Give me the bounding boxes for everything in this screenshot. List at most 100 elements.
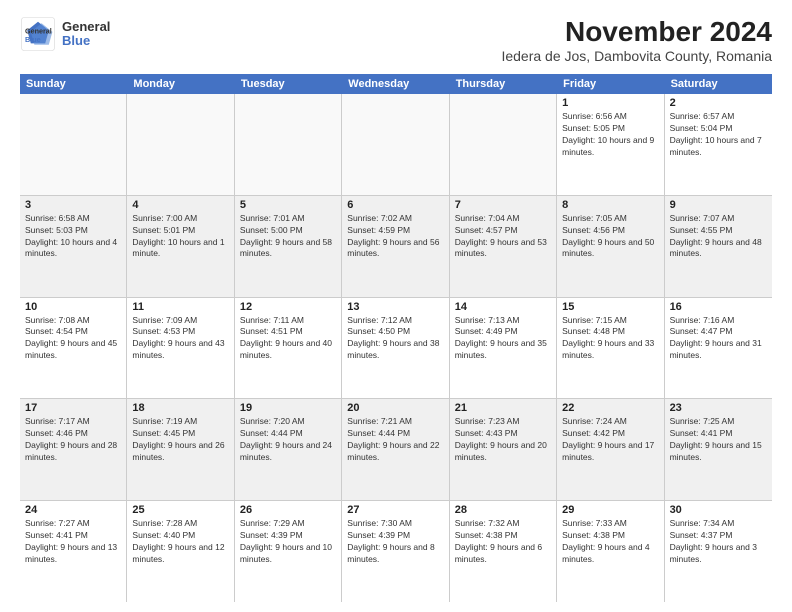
day-number: 14 — [455, 301, 551, 313]
day-number: 30 — [670, 504, 767, 516]
calendar-cell: 1 Sunrise: 6:56 AM Sunset: 5:05 PM Daylig… — [557, 94, 664, 195]
day-info: Sunrise: 7:00 AM Sunset: 5:01 PM Dayligh… — [132, 213, 228, 261]
calendar-cell: 10 Sunrise: 7:08 AM Sunset: 4:54 PM Dayli… — [20, 298, 127, 399]
day-info: Sunrise: 7:13 AM Sunset: 4:49 PM Dayligh… — [455, 315, 551, 363]
calendar-cell: 21 Sunrise: 7:23 AM Sunset: 4:43 PM Dayli… — [450, 399, 557, 500]
calendar-cell — [235, 94, 342, 195]
day-number: 23 — [670, 402, 767, 414]
calendar-cell: 5 Sunrise: 7:01 AM Sunset: 5:00 PM Daylig… — [235, 196, 342, 297]
day-info: Sunrise: 7:19 AM Sunset: 4:45 PM Dayligh… — [132, 416, 228, 464]
calendar-cell: 22 Sunrise: 7:24 AM Sunset: 4:42 PM Dayli… — [557, 399, 664, 500]
calendar-cell: 18 Sunrise: 7:19 AM Sunset: 4:45 PM Dayli… — [127, 399, 234, 500]
day-info: Sunrise: 7:11 AM Sunset: 4:51 PM Dayligh… — [240, 315, 336, 363]
day-info: Sunrise: 7:24 AM Sunset: 4:42 PM Dayligh… — [562, 416, 658, 464]
day-info: Sunrise: 7:25 AM Sunset: 4:41 PM Dayligh… — [670, 416, 767, 464]
day-number: 20 — [347, 402, 443, 414]
weekday-header-monday: Monday — [127, 74, 234, 94]
day-number: 19 — [240, 402, 336, 414]
day-number: 16 — [670, 301, 767, 313]
day-info: Sunrise: 6:56 AM Sunset: 5:05 PM Dayligh… — [562, 111, 658, 159]
calendar-cell: 11 Sunrise: 7:09 AM Sunset: 4:53 PM Dayli… — [127, 298, 234, 399]
day-number: 13 — [347, 301, 443, 313]
calendar-cell: 4 Sunrise: 7:00 AM Sunset: 5:01 PM Daylig… — [127, 196, 234, 297]
logo-text: General Blue — [62, 20, 110, 49]
day-info: Sunrise: 7:33 AM Sunset: 4:38 PM Dayligh… — [562, 518, 658, 566]
calendar-cell: 8Sunrise: 7:05 AM Sunset: 4:56 PM Daylig… — [557, 196, 664, 297]
day-number: 3 — [25, 199, 121, 211]
calendar-cell: 2 Sunrise: 6:57 AM Sunset: 5:04 PM Daylig… — [665, 94, 772, 195]
day-info: Sunrise: 7:20 AM Sunset: 4:44 PM Dayligh… — [240, 416, 336, 464]
weekday-header-tuesday: Tuesday — [235, 74, 342, 94]
calendar-cell: 3 Sunrise: 6:58 AM Sunset: 5:03 PM Daylig… — [20, 196, 127, 297]
day-info: Sunrise: 7:05 AM Sunset: 4:56 PM Dayligh… — [562, 213, 658, 261]
calendar-cell: 9Sunrise: 7:07 AM Sunset: 4:55 PM Daylig… — [665, 196, 772, 297]
calendar-header: SundayMondayTuesdayWednesdayThursdayFrid… — [20, 74, 772, 94]
day-number: 22 — [562, 402, 658, 414]
day-number: 6 — [347, 199, 443, 211]
logo: General Blue General Blue — [20, 16, 110, 52]
day-number: 10 — [25, 301, 121, 313]
calendar-cell: 19 Sunrise: 7:20 AM Sunset: 4:44 PM Dayli… — [235, 399, 342, 500]
title-section: November 2024 Iedera de Jos, Dambovita C… — [501, 16, 772, 64]
day-number: 26 — [240, 504, 336, 516]
day-number: 21 — [455, 402, 551, 414]
day-info: Sunrise: 7:21 AM Sunset: 4:44 PM Dayligh… — [347, 416, 443, 464]
calendar-cell: 17Sunrise: 7:17 AM Sunset: 4:46 PM Dayli… — [20, 399, 127, 500]
day-number: 28 — [455, 504, 551, 516]
day-info: Sunrise: 7:27 AM Sunset: 4:41 PM Dayligh… — [25, 518, 121, 566]
day-number: 24 — [25, 504, 121, 516]
day-info: Sunrise: 7:17 AM Sunset: 4:46 PM Dayligh… — [25, 416, 121, 464]
header: General Blue General Blue November 2024 … — [20, 16, 772, 64]
day-number: 4 — [132, 199, 228, 211]
page: General Blue General Blue November 2024 … — [0, 0, 792, 612]
calendar-row-2: 10 Sunrise: 7:08 AM Sunset: 4:54 PM Dayli… — [20, 298, 772, 400]
calendar-cell: 6 Sunrise: 7:02 AM Sunset: 4:59 PM Daylig… — [342, 196, 449, 297]
day-number: 1 — [562, 97, 658, 109]
calendar-cell: 30 Sunrise: 7:34 AM Sunset: 4:37 PM Dayli… — [665, 501, 772, 602]
weekday-header-thursday: Thursday — [450, 74, 557, 94]
calendar-cell: 24 Sunrise: 7:27 AM Sunset: 4:41 PM Dayli… — [20, 501, 127, 602]
day-info: Sunrise: 7:02 AM Sunset: 4:59 PM Dayligh… — [347, 213, 443, 261]
day-number: 12 — [240, 301, 336, 313]
day-info: Sunrise: 7:28 AM Sunset: 4:40 PM Dayligh… — [132, 518, 228, 566]
calendar-cell: 26 Sunrise: 7:29 AM Sunset: 4:39 PM Dayli… — [235, 501, 342, 602]
calendar-cell: 15Sunrise: 7:15 AM Sunset: 4:48 PM Dayli… — [557, 298, 664, 399]
day-info: Sunrise: 7:04 AM Sunset: 4:57 PM Dayligh… — [455, 213, 551, 261]
logo-general: General — [62, 20, 110, 34]
day-number: 11 — [132, 301, 228, 313]
day-number: 27 — [347, 504, 443, 516]
calendar-cell — [450, 94, 557, 195]
weekday-header-saturday: Saturday — [665, 74, 772, 94]
weekday-header-sunday: Sunday — [20, 74, 127, 94]
day-number: 2 — [670, 97, 767, 109]
day-info: Sunrise: 7:29 AM Sunset: 4:39 PM Dayligh… — [240, 518, 336, 566]
day-info: Sunrise: 7:34 AM Sunset: 4:37 PM Dayligh… — [670, 518, 767, 566]
calendar-cell — [20, 94, 127, 195]
calendar-body: 1 Sunrise: 6:56 AM Sunset: 5:05 PM Daylig… — [20, 94, 772, 602]
calendar-row-0: 1 Sunrise: 6:56 AM Sunset: 5:05 PM Daylig… — [20, 94, 772, 196]
weekday-header-friday: Friday — [557, 74, 664, 94]
svg-text:General: General — [25, 26, 52, 35]
day-number: 29 — [562, 504, 658, 516]
day-number: 25 — [132, 504, 228, 516]
calendar-cell — [127, 94, 234, 195]
day-number: 18 — [132, 402, 228, 414]
calendar-cell: 14 Sunrise: 7:13 AM Sunset: 4:49 PM Dayli… — [450, 298, 557, 399]
day-info: Sunrise: 7:08 AM Sunset: 4:54 PM Dayligh… — [25, 315, 121, 363]
calendar-cell: 29 Sunrise: 7:33 AM Sunset: 4:38 PM Dayli… — [557, 501, 664, 602]
day-info: Sunrise: 7:32 AM Sunset: 4:38 PM Dayligh… — [455, 518, 551, 566]
day-number: 7 — [455, 199, 551, 211]
calendar-cell: 13Sunrise: 7:12 AM Sunset: 4:50 PM Dayli… — [342, 298, 449, 399]
day-info: Sunrise: 7:23 AM Sunset: 4:43 PM Dayligh… — [455, 416, 551, 464]
calendar: SundayMondayTuesdayWednesdayThursdayFrid… — [20, 74, 772, 602]
day-info: Sunrise: 7:09 AM Sunset: 4:53 PM Dayligh… — [132, 315, 228, 363]
day-info: Sunrise: 7:01 AM Sunset: 5:00 PM Dayligh… — [240, 213, 336, 261]
calendar-cell: 28 Sunrise: 7:32 AM Sunset: 4:38 PM Dayli… — [450, 501, 557, 602]
calendar-row-1: 3 Sunrise: 6:58 AM Sunset: 5:03 PM Daylig… — [20, 196, 772, 298]
calendar-cell: 23 Sunrise: 7:25 AM Sunset: 4:41 PM Dayli… — [665, 399, 772, 500]
day-number: 5 — [240, 199, 336, 211]
day-info: Sunrise: 6:57 AM Sunset: 5:04 PM Dayligh… — [670, 111, 767, 159]
day-info: Sunrise: 6:58 AM Sunset: 5:03 PM Dayligh… — [25, 213, 121, 261]
day-number: 15 — [562, 301, 658, 313]
day-info: Sunrise: 7:07 AM Sunset: 4:55 PM Dayligh… — [670, 213, 767, 261]
